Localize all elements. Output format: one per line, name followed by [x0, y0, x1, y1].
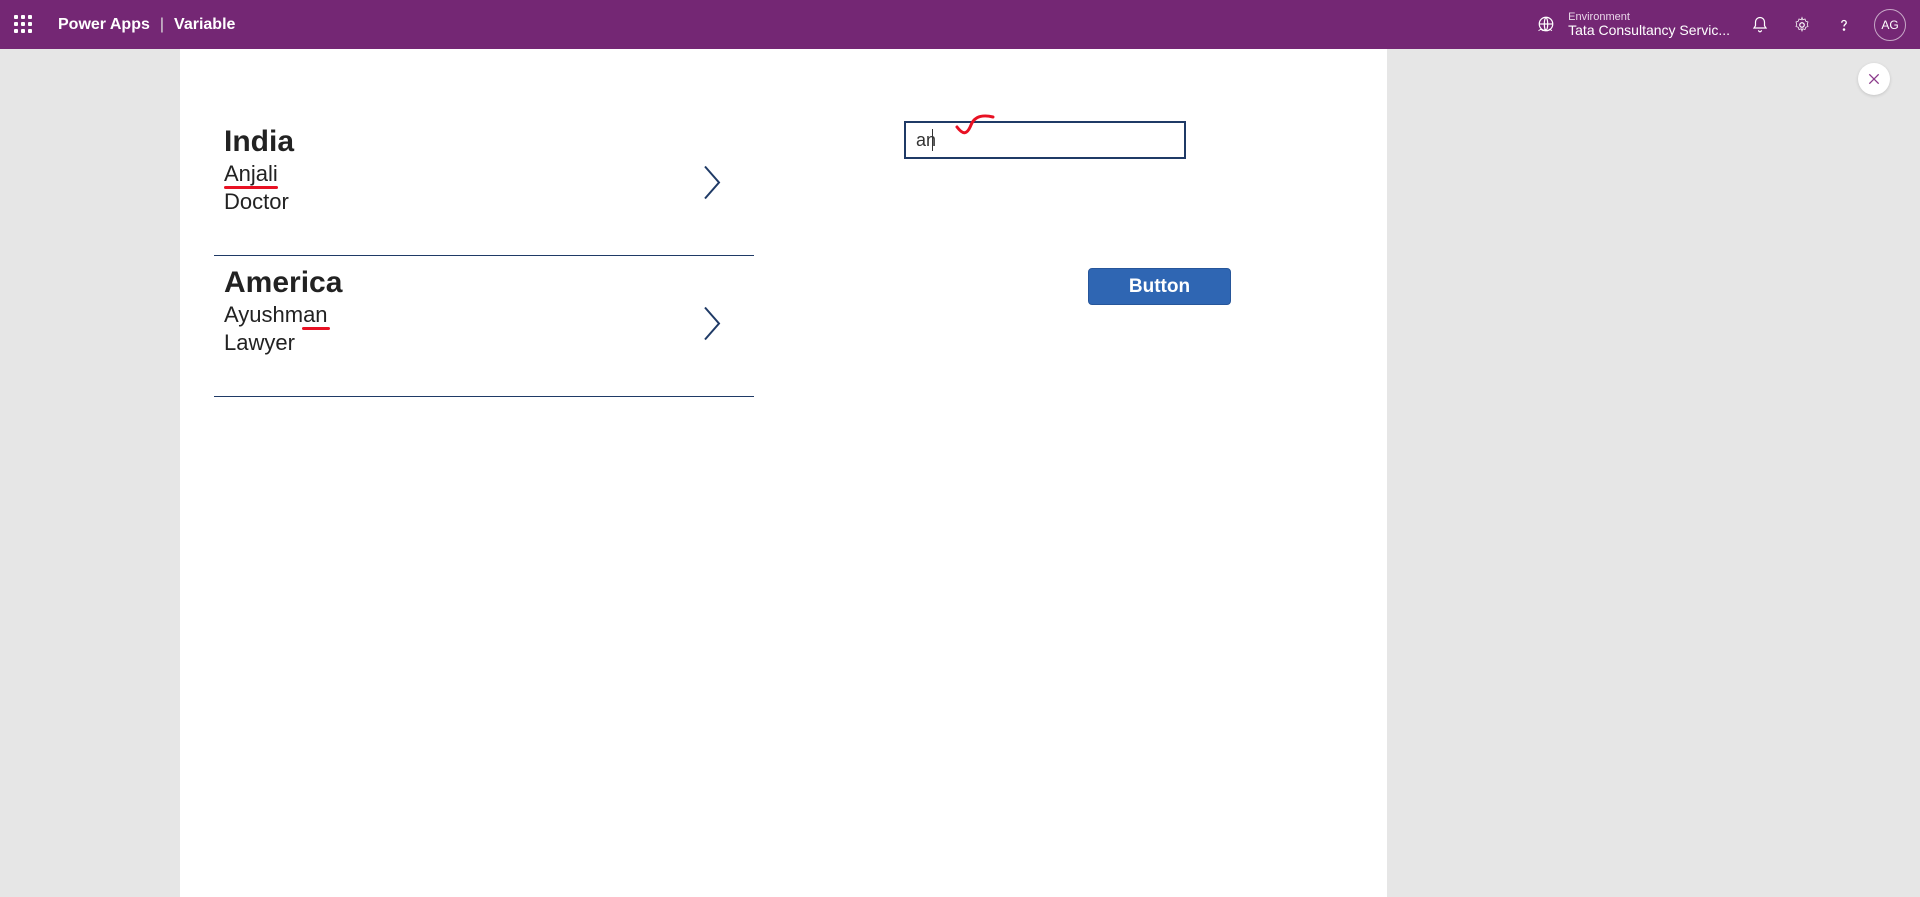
- item-name: Anjali: [224, 161, 278, 187]
- avatar-initials: AG: [1881, 18, 1898, 32]
- top-right-cluster: Environment Tata Consultancy Servic... A…: [1534, 9, 1906, 41]
- brand-separator: |: [160, 16, 164, 34]
- item-title: America: [224, 266, 744, 300]
- text-caret: [932, 129, 933, 151]
- environment-label: Environment: [1568, 11, 1730, 23]
- notifications-icon[interactable]: [1748, 13, 1772, 37]
- spellcheck-underline: [302, 327, 330, 330]
- text-input[interactable]: [904, 121, 1186, 159]
- item-role: Lawyer: [224, 330, 744, 356]
- action-button[interactable]: Button: [1088, 268, 1231, 305]
- gallery: India Anjali Doctor America Ayushman: [214, 115, 754, 397]
- app-name: Variable: [174, 16, 235, 34]
- brand-name[interactable]: Power Apps: [58, 16, 150, 34]
- chevron-right-icon[interactable]: [698, 163, 724, 208]
- help-icon[interactable]: [1832, 13, 1856, 37]
- user-avatar[interactable]: AG: [1874, 9, 1906, 41]
- close-preview-button[interactable]: [1858, 63, 1890, 95]
- chevron-right-icon[interactable]: [698, 304, 724, 349]
- settings-icon[interactable]: [1790, 13, 1814, 37]
- environment-name: Tata Consultancy Servic...: [1568, 23, 1730, 38]
- gallery-item[interactable]: America Ayushman Lawyer: [214, 256, 754, 397]
- top-bar: Power Apps | Variable Environment Tata C…: [0, 0, 1920, 49]
- item-title: India: [224, 125, 744, 159]
- item-name: Ayushman: [224, 302, 328, 328]
- environment-icon: [1534, 12, 1558, 36]
- environment-picker[interactable]: Environment Tata Consultancy Servic...: [1534, 11, 1730, 38]
- button-label: Button: [1129, 276, 1190, 298]
- brand-block: Power Apps | Variable: [58, 16, 235, 34]
- app-canvas: India Anjali Doctor America Ayushman: [180, 49, 1387, 897]
- item-role: Doctor: [224, 189, 744, 215]
- spellcheck-underline: [224, 186, 278, 189]
- app-launcher-icon[interactable]: [14, 15, 34, 35]
- stage-outer: India Anjali Doctor America Ayushman: [0, 49, 1920, 897]
- gallery-item[interactable]: India Anjali Doctor: [214, 115, 754, 256]
